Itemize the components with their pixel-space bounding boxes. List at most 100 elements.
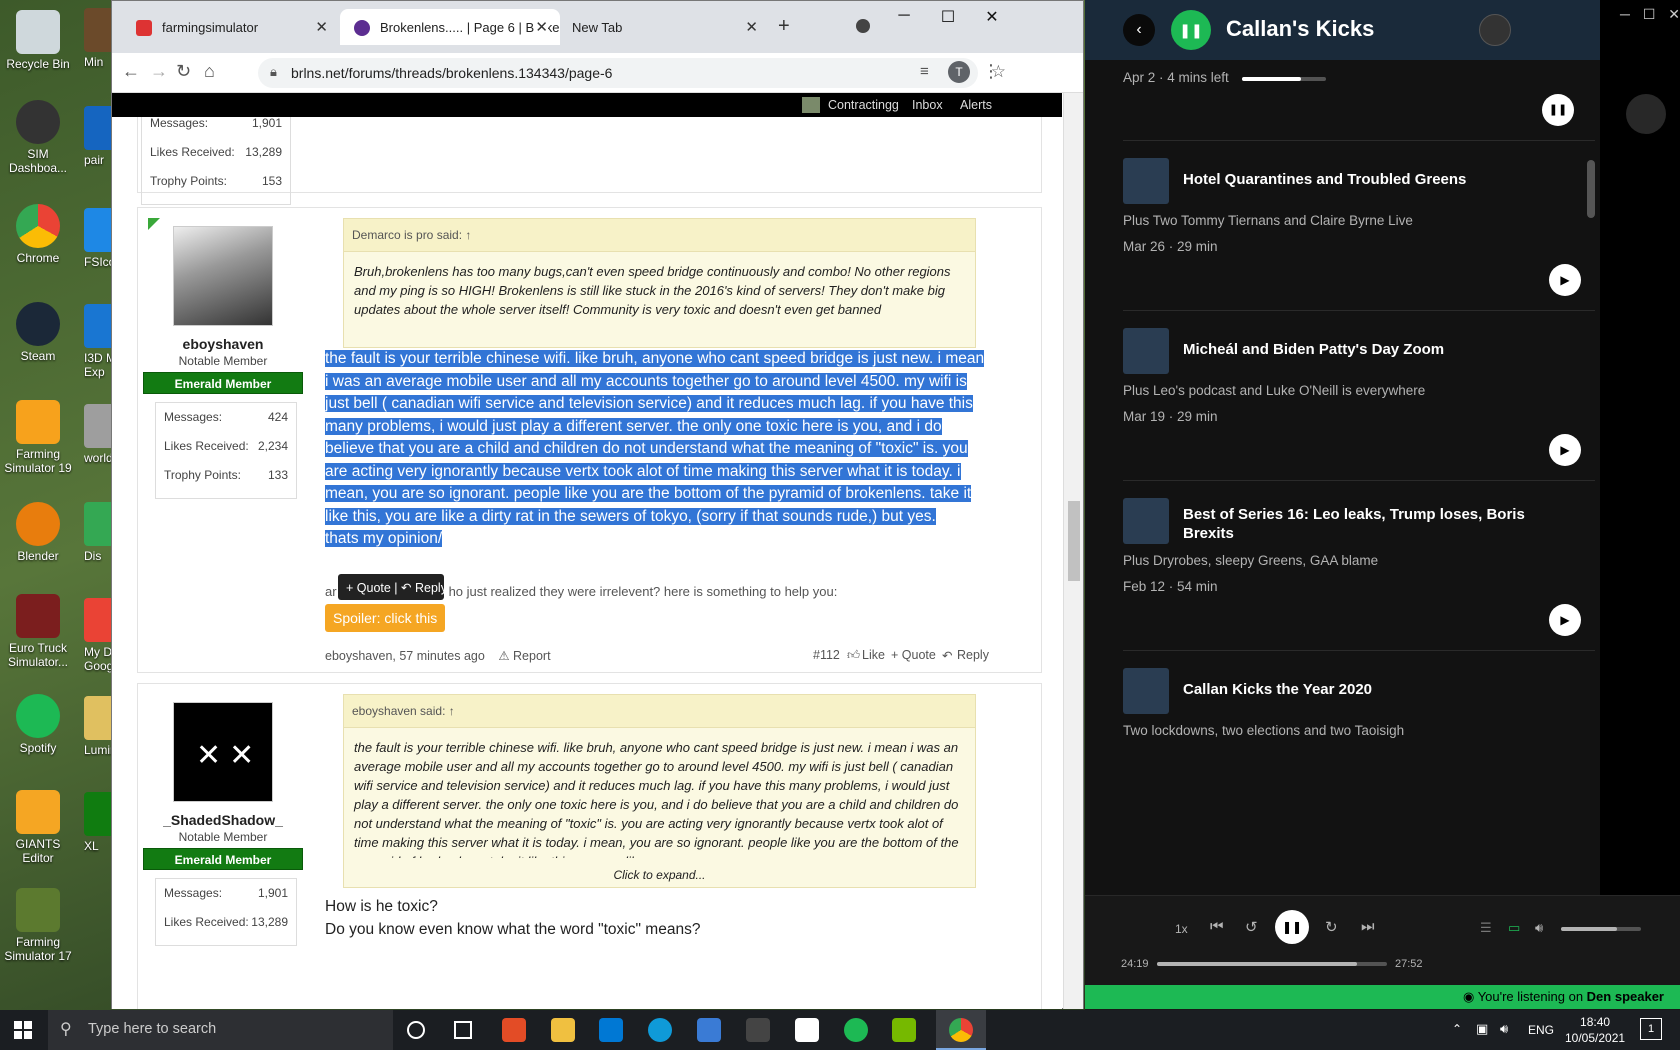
selection-quote-popup[interactable]: + Quote | ↶ Reply	[338, 574, 447, 600]
desktop-icon-chrome[interactable]: Chrome	[0, 204, 76, 265]
episode-title[interactable]: Hotel Quarantines and Troubled Greens	[1183, 171, 1466, 188]
play-button[interactable]: ▶	[1549, 434, 1581, 466]
spoiler-button[interactable]: Spoiler: click this	[325, 604, 446, 632]
episode-title[interactable]: Callan Kicks the Year 2020	[1183, 681, 1372, 698]
profile-avatar[interactable]: T	[948, 61, 970, 83]
devices-icon[interactable]: ▭	[1508, 920, 1520, 936]
store-icon[interactable]	[697, 1018, 721, 1042]
page-scrollbar[interactable]	[1063, 93, 1083, 1009]
file-explorer-icon[interactable]	[551, 1018, 575, 1042]
minimize-icon[interactable]: ─	[884, 7, 924, 25]
inbox-link[interactable]: Inbox	[912, 98, 943, 112]
seek-bar[interactable]	[1157, 962, 1387, 966]
skip-forward-15-icon[interactable]: ↻	[1325, 918, 1338, 936]
desktop-icon-sim-dashboard[interactable]: SIM Dashboa...	[0, 100, 76, 175]
task-view-icon[interactable]	[454, 1021, 472, 1039]
maximize-icon[interactable]: ☐	[1643, 6, 1656, 23]
taskbar-search[interactable]: ⚲ Type here to search	[48, 1010, 393, 1050]
forward-icon[interactable]: →	[150, 61, 168, 82]
quote-header[interactable]: Demarco is pro said: ↑	[344, 219, 975, 252]
desktop-icon-euro-truck[interactable]: Euro Truck Simulator...	[0, 594, 76, 669]
reply-selection-button[interactable]: Reply	[415, 581, 447, 595]
pause-episode-button[interactable]: ❚❚	[1542, 94, 1574, 126]
cortana-icon[interactable]	[407, 1021, 425, 1039]
reload-icon[interactable]: ↻	[176, 61, 191, 82]
profile-icon[interactable]	[1479, 14, 1511, 46]
office-icon[interactable]	[502, 1018, 526, 1042]
play-pause-button[interactable]: ❚❚	[1275, 910, 1309, 944]
desktop-icon-farming-sim-19[interactable]: Farming Simulator 19	[0, 400, 76, 475]
language-indicator[interactable]: ENG	[1528, 1023, 1554, 1037]
back-icon[interactable]: ‹	[1123, 14, 1155, 46]
desktop-icon-steam[interactable]: Steam	[0, 302, 76, 363]
expand-link[interactable]: Click to expand...	[344, 863, 975, 887]
spotify-icon[interactable]	[844, 1018, 868, 1042]
desktop-icon-blender[interactable]: Blender	[0, 502, 76, 563]
desktop-icon-farming-sim-17[interactable]: Farming Simulator 17	[0, 888, 76, 963]
home-icon[interactable]: ⌂	[204, 61, 215, 82]
playback-speed[interactable]: 1x	[1175, 922, 1188, 936]
clock[interactable]: 18:40 10/05/2021	[1565, 1014, 1625, 1046]
reading-list-icon[interactable]: ≡	[920, 63, 929, 80]
user-avatar[interactable]	[802, 97, 820, 113]
listening-on-bar[interactable]: ◉ You're listening on Den speaker	[1085, 985, 1680, 1009]
app-icon[interactable]	[746, 1018, 770, 1042]
episode-item[interactable]: Callan Kicks the Year 2020 Two lockdowns…	[1123, 650, 1595, 790]
list-scrollbar[interactable]	[1587, 160, 1595, 218]
username[interactable]: _ShadedShadow_	[143, 812, 303, 828]
like-link[interactable]: Like	[862, 648, 885, 662]
play-button[interactable]: ▶	[1549, 604, 1581, 636]
maximize-icon[interactable]: ☐	[928, 7, 968, 27]
back-icon[interactable]: ←	[122, 61, 140, 82]
post-meta[interactable]: eboyshaven, 57 minutes ago	[325, 649, 485, 663]
quote-header[interactable]: eboyshaven said: ↑	[344, 695, 975, 728]
episode-item[interactable]: Hotel Quarantines and Troubled Greens Pl…	[1123, 140, 1595, 310]
nvidia-icon[interactable]	[892, 1018, 916, 1042]
close-window-icon[interactable]: ✕	[1668, 6, 1680, 23]
amazon-icon[interactable]	[795, 1018, 819, 1042]
network-icon[interactable]: ▣	[1476, 1021, 1488, 1037]
new-tab-icon[interactable]: +	[778, 15, 790, 38]
mail-icon[interactable]	[599, 1018, 623, 1042]
tray-chevron-icon[interactable]: ⌃	[1452, 1022, 1462, 1036]
report-link[interactable]: Report	[513, 649, 551, 663]
episode-item[interactable]: Micheál and Biden Patty's Day Zoom Plus …	[1123, 310, 1595, 480]
episode-title[interactable]: Best of Series 16: Leo leaks, Trump lose…	[1183, 505, 1573, 543]
avatar[interactable]	[173, 226, 273, 326]
minimize-icon[interactable]: ─	[1620, 6, 1630, 23]
tab-search-icon[interactable]	[856, 19, 870, 33]
scrollbar-thumb[interactable]	[1068, 501, 1080, 581]
avatar[interactable]: ✕✕	[173, 702, 273, 802]
skip-back-15-icon[interactable]: ↺	[1245, 918, 1258, 936]
post-number[interactable]: #112	[813, 648, 840, 662]
menu-icon[interactable]: ⋮	[982, 61, 1000, 82]
reply-link[interactable]: Reply	[957, 648, 989, 662]
username[interactable]: eboyshaven	[143, 336, 303, 352]
desktop-icon-recycle-bin[interactable]: Recycle Bin	[0, 10, 76, 71]
previous-icon[interactable]: ⏮	[1210, 918, 1224, 935]
tab-brokenlens[interactable]: Brokenlens..... | Page 6 | BrokenL ✕	[340, 9, 560, 45]
episode-title[interactable]: Micheál and Biden Patty's Day Zoom	[1183, 341, 1444, 358]
play-button[interactable]: ▶	[1549, 264, 1581, 296]
tab-farmingsimulator[interactable]: farmingsimulator ✕	[122, 9, 340, 45]
close-icon[interactable]: ✕	[315, 18, 328, 36]
pause-icon[interactable]: ❚❚	[1171, 10, 1211, 50]
tab-new-tab[interactable]: New Tab ✕	[560, 9, 770, 45]
close-icon[interactable]: ✕	[745, 18, 758, 36]
close-icon[interactable]: ✕	[535, 18, 548, 36]
next-icon[interactable]: ⏭	[1361, 918, 1375, 935]
desktop-icon-spotify[interactable]: Spotify	[0, 694, 76, 755]
notification-icon[interactable]: 1	[1640, 1018, 1662, 1040]
chrome-taskbar-button[interactable]	[936, 1010, 986, 1050]
volume-icon[interactable]: 🔊︎	[1500, 1021, 1508, 1037]
episode-item[interactable]: Best of Series 16: Leo leaks, Trump lose…	[1123, 480, 1595, 650]
windows-start-icon[interactable]	[14, 1021, 32, 1039]
address-bar[interactable]: 🔒︎ brlns.net/forums/threads/brokenlens.1…	[258, 58, 1006, 88]
alerts-link[interactable]: Alerts	[960, 98, 992, 112]
close-window-icon[interactable]: ✕	[972, 7, 1012, 27]
quote-selection-button[interactable]: + Quote |	[346, 581, 398, 595]
friend-activity-icon[interactable]	[1626, 94, 1666, 134]
desktop-icon-giants-editor[interactable]: GIANTS Editor	[0, 790, 76, 865]
volume-icon[interactable]: 🔊︎	[1535, 920, 1543, 936]
edge-icon[interactable]	[648, 1018, 672, 1042]
